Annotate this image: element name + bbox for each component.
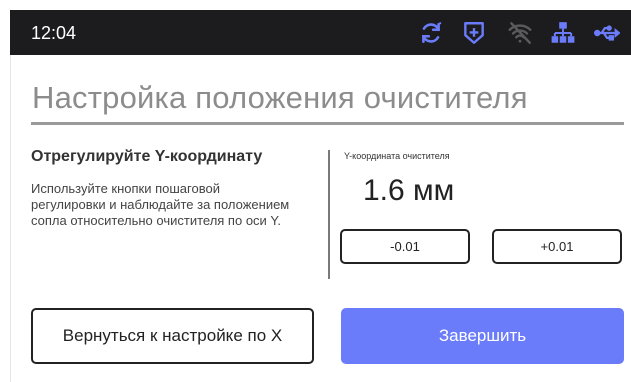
page-title: Настройка положения очистителя bbox=[32, 80, 528, 115]
instruction-text: Используйте кнопки пошаговой регулировки… bbox=[31, 181, 290, 228]
back-to-x-button[interactable]: Вернуться к настройке по X bbox=[31, 308, 314, 364]
network-icon bbox=[550, 20, 576, 46]
wifi-off-icon bbox=[507, 20, 533, 46]
status-time: 12:04 bbox=[31, 23, 77, 43]
finish-button[interactable]: Завершить bbox=[341, 308, 624, 364]
shield-plus-icon bbox=[461, 20, 487, 46]
sync-icon bbox=[418, 20, 444, 46]
coordinate-label: Y-координата очистителя bbox=[344, 151, 450, 161]
usb-icon bbox=[594, 20, 620, 46]
page-edge-divider bbox=[10, 55, 11, 382]
title-underline bbox=[31, 122, 624, 125]
decrement-button[interactable]: -0.01 bbox=[340, 229, 470, 264]
increment-button[interactable]: +0.01 bbox=[492, 229, 622, 264]
coordinate-value: 1.6 мм bbox=[363, 174, 455, 207]
vertical-divider bbox=[328, 150, 330, 279]
status-bar: 12:04 bbox=[10, 10, 631, 55]
section-heading: Отрегулируйте Y-координату bbox=[31, 148, 263, 165]
